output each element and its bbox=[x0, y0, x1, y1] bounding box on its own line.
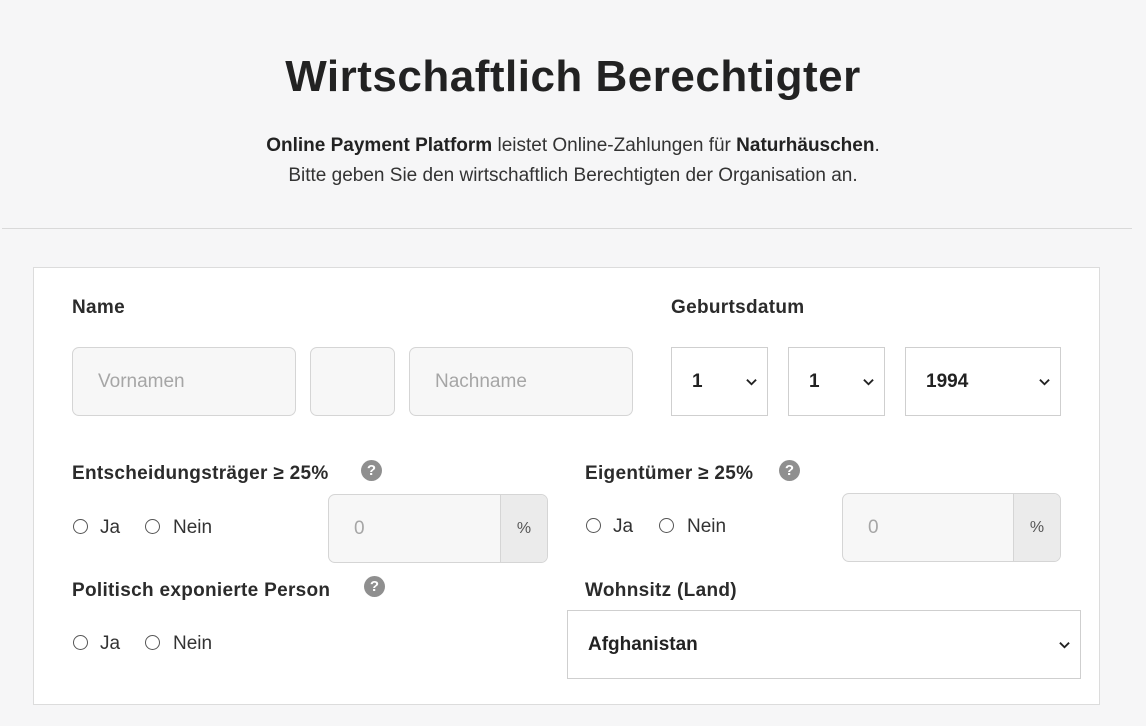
first-name-input[interactable]: Vornamen bbox=[72, 347, 296, 416]
chevron-down-icon bbox=[1039, 379, 1050, 386]
decision-maker-no-radio[interactable] bbox=[145, 519, 160, 534]
percent-addon: % bbox=[1013, 494, 1060, 561]
owner-no-radio[interactable] bbox=[659, 518, 674, 533]
birth-day-select[interactable]: 1 bbox=[671, 347, 768, 416]
owner-percent-group[interactable]: 0 % bbox=[842, 493, 1061, 562]
residence-label: Wohnsitz (Land) bbox=[585, 580, 737, 601]
page-header: Wirtschaftlich Berechtigter Online Payme… bbox=[0, 0, 1146, 229]
decision-maker-percent-input[interactable]: 0 bbox=[354, 495, 365, 562]
last-name-input[interactable]: Nachname bbox=[409, 347, 633, 416]
decision-maker-label: Entscheidungsträger ≥ 25% bbox=[72, 463, 329, 484]
intro-line-1: Online Payment Platform leistet Online-Z… bbox=[0, 135, 1146, 157]
decision-maker-yes-radio[interactable] bbox=[73, 519, 88, 534]
chevron-down-icon bbox=[1059, 642, 1070, 649]
owner-yes-label[interactable]: Ja bbox=[613, 516, 633, 538]
decision-maker-percent-group[interactable]: 0 % bbox=[328, 494, 548, 563]
owner-no-label[interactable]: Nein bbox=[687, 516, 726, 538]
intro-line-2: Bitte geben Sie den wirtschaftlich Berec… bbox=[288, 165, 858, 186]
birth-year-select[interactable]: 1994 bbox=[905, 347, 1061, 416]
percent-addon: % bbox=[500, 495, 547, 562]
organisation-name: Naturhäuschen bbox=[736, 135, 875, 156]
owner-label: Eigentümer ≥ 25% bbox=[585, 463, 754, 484]
intro-text: leistet Online-Zahlungen für bbox=[492, 135, 737, 156]
page-title: Wirtschaftlich Berechtigter bbox=[285, 52, 861, 101]
chevron-down-icon bbox=[863, 379, 874, 386]
pep-yes-label[interactable]: Ja bbox=[100, 633, 120, 655]
residence-country-select[interactable]: Afghanistan bbox=[567, 610, 1081, 679]
birth-day-value: 1 bbox=[692, 371, 703, 392]
residence-country-value: Afghanistan bbox=[588, 634, 698, 655]
platform-name: Online Payment Platform bbox=[266, 135, 493, 156]
pep-yes-radio[interactable] bbox=[73, 635, 88, 650]
pep-label: Politisch exponierte Person bbox=[72, 580, 331, 601]
decision-maker-yes-label[interactable]: Ja bbox=[100, 517, 120, 539]
owner-yes-radio[interactable] bbox=[586, 518, 601, 533]
birth-month-select[interactable]: 1 bbox=[788, 347, 885, 416]
owner-percent-input[interactable]: 0 bbox=[868, 494, 879, 561]
beneficial-owner-form: Name Vornamen Nachname Geburtsdatum 1 1 … bbox=[33, 267, 1100, 705]
name-label: Name bbox=[72, 297, 125, 318]
question-circle-icon[interactable]: ? bbox=[361, 460, 382, 481]
pep-no-radio[interactable] bbox=[145, 635, 160, 650]
middle-name-input[interactable] bbox=[310, 347, 395, 416]
chevron-down-icon bbox=[746, 379, 757, 386]
birth-year-value: 1994 bbox=[926, 371, 969, 392]
birthdate-label: Geburtsdatum bbox=[671, 297, 805, 318]
birth-month-value: 1 bbox=[809, 371, 820, 392]
decision-maker-no-label[interactable]: Nein bbox=[173, 517, 212, 539]
intro-period: . bbox=[874, 135, 880, 156]
question-circle-icon[interactable]: ? bbox=[364, 576, 385, 597]
pep-no-label[interactable]: Nein bbox=[173, 633, 212, 655]
header-divider bbox=[2, 228, 1132, 229]
question-circle-icon[interactable]: ? bbox=[779, 460, 800, 481]
